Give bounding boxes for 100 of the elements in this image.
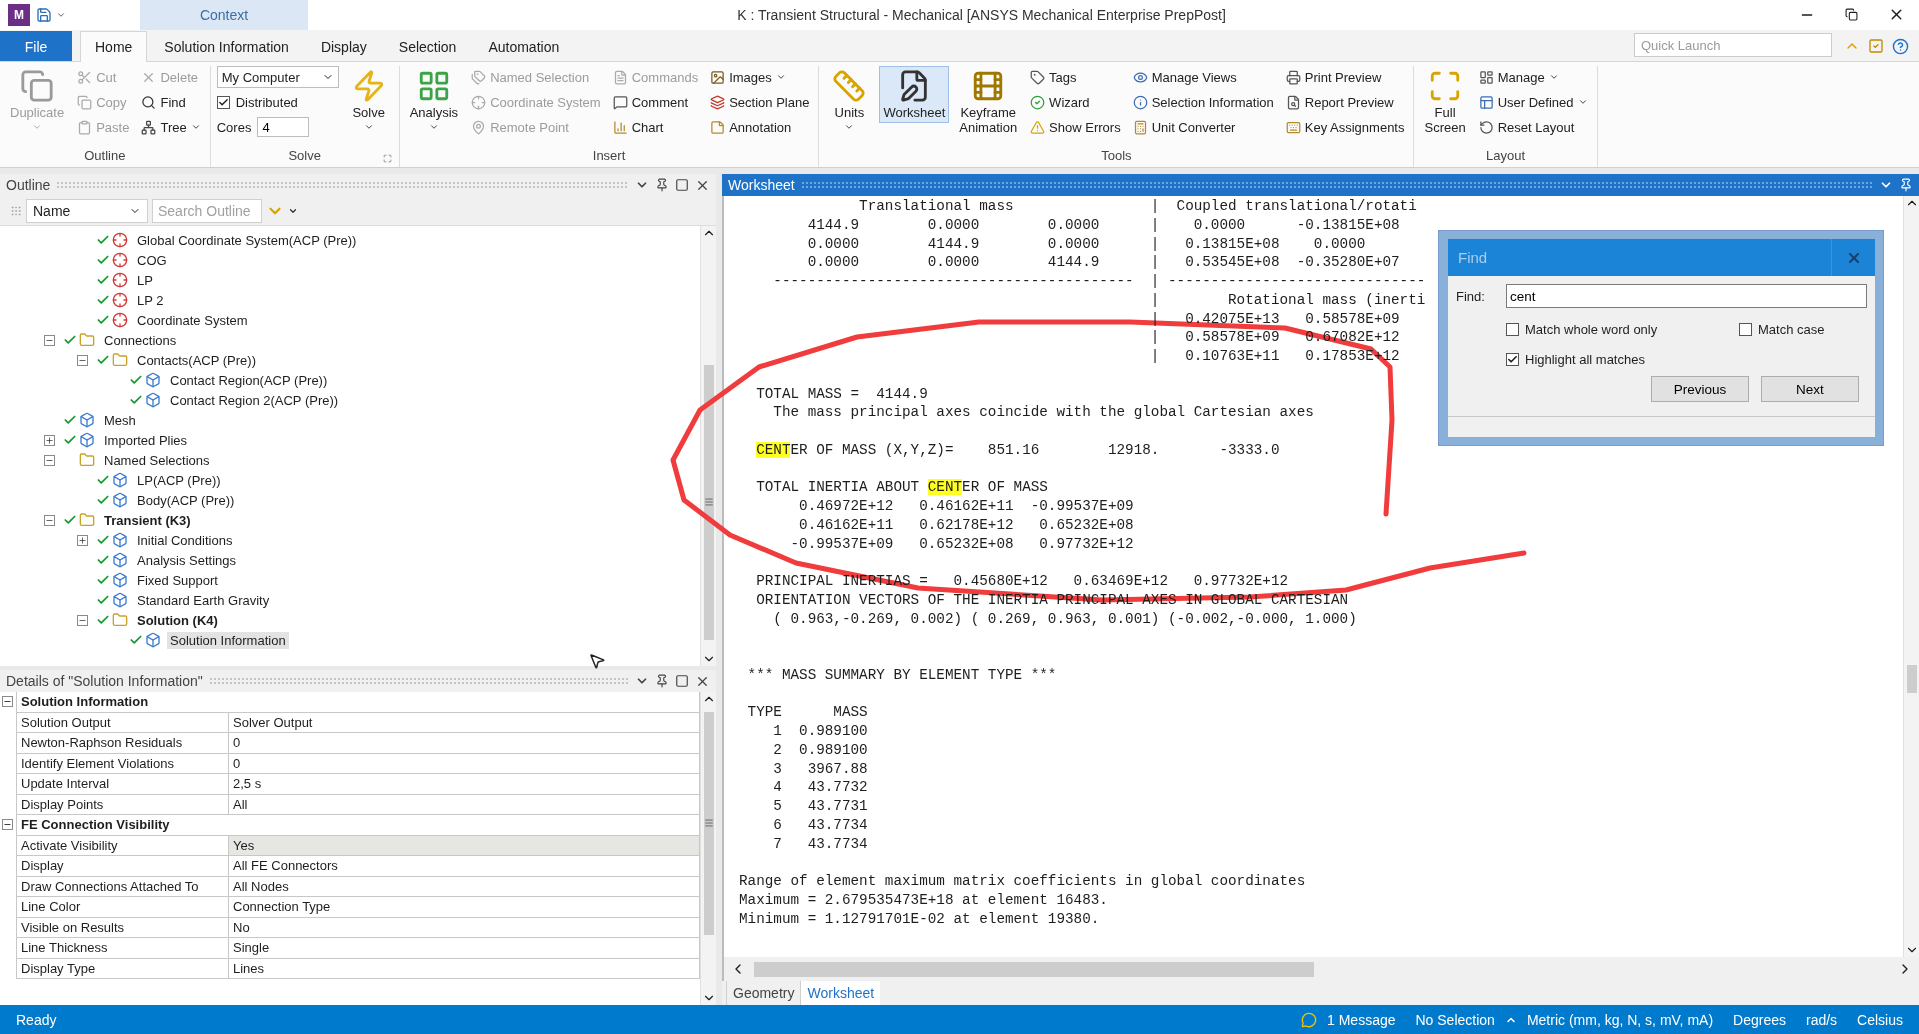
scrollbar[interactable] [700,692,716,1005]
scrollbar[interactable] [700,226,716,666]
expand-toggle[interactable] [77,354,88,366]
tree-item[interactable]: LP 2 [134,291,167,309]
property-value[interactable]: 0 [229,753,700,774]
maximize-icon[interactable] [675,178,689,192]
dropdown[interactable]: Name [26,198,148,223]
document-tab[interactable]: Worksheet [800,981,881,1005]
ribbon-button[interactable]: Selection Information [1129,91,1277,113]
expand-toggle[interactable] [77,614,88,626]
ribbon-button[interactable]: Annotation [707,116,813,138]
message-icon[interactable] [1301,1011,1317,1028]
expand-toggle[interactable] [44,514,55,526]
ribbon-button[interactable]: Wizard [1027,91,1124,113]
property-value[interactable]: No [229,917,700,938]
ribbon-button[interactable]: Units [825,66,874,135]
expand-toggle[interactable] [77,534,88,546]
checkbox[interactable] [1739,322,1752,336]
ribbon-button[interactable]: Chart [609,116,702,138]
unit-system[interactable]: Metric (mm, kg, N, s, mV, mA) [1516,1011,1724,1028]
property-value[interactable]: Single [229,938,700,959]
horizontal-scrollbar[interactable] [722,957,1919,981]
ribbon-button[interactable]: Tree [138,116,204,138]
tree-item[interactable]: Mesh [101,411,139,429]
feedback-icon[interactable] [1868,38,1884,54]
help-icon[interactable] [1892,37,1909,55]
ribbon-button[interactable]: Keyframe Animation [955,66,1022,138]
property-value[interactable]: All [229,794,700,815]
ribbon-button[interactable]: Find [138,91,204,113]
search-field[interactable]: Search Outline [152,198,262,223]
messages-count[interactable]: 1 Message [1317,1011,1406,1028]
tree-item[interactable]: Standard Earth Gravity [134,591,273,609]
tree-item[interactable]: Named Selections [101,451,213,469]
tree-item[interactable]: LP [134,271,156,289]
tree-item[interactable]: Body(ACP (Pre)) [134,491,238,509]
ribbon-button[interactable]: Key Assignments [1282,116,1408,138]
ribbon-button[interactable]: Comment [609,91,702,113]
property-value[interactable]: Yes [229,835,700,856]
ribbon-tab[interactable]: Solution Information [149,31,304,61]
tree-item[interactable]: Coordinate System [134,311,251,329]
dropdown[interactable]: My Computer [216,66,339,88]
ribbon-tab[interactable]: Automation [473,31,575,61]
find-field[interactable]: cent [1506,284,1867,308]
input-field[interactable]: 4 [257,117,310,137]
ribbon-button[interactable]: Reset Layout [1475,116,1591,138]
checkbox[interactable] [216,95,230,109]
ribbon-button[interactable]: Report Preview [1282,91,1408,113]
scroll-thumb[interactable] [703,364,714,640]
tree-item[interactable]: Initial Conditions [134,531,236,549]
restore-icon[interactable] [1845,8,1858,21]
ribbon-button[interactable]: User Defined [1475,91,1591,113]
property-value[interactable]: Lines [229,958,700,979]
ribbon-button[interactable]: Section Plane [707,91,813,113]
angle-unit[interactable]: Degrees [1723,1011,1796,1028]
scroll-thumb[interactable] [703,711,714,936]
property-value[interactable]: 0 [229,733,700,754]
quick-launch-field[interactable]: Quick Launch [1634,33,1832,57]
tree-item[interactable]: Analysis Settings [134,551,239,569]
tree-item[interactable]: Connections [101,331,180,349]
ribbon-button[interactable]: Images [707,66,813,88]
maximize-icon[interactable] [675,674,689,688]
ribbon-button[interactable]: Manage [1475,66,1591,88]
expand-toggle[interactable] [44,434,55,446]
temperature-unit[interactable]: Celsius [1847,1011,1913,1028]
expand-toggle[interactable] [44,454,55,466]
tree-item[interactable]: Fixed Support [134,571,221,589]
expand-toggle[interactable] [2,819,13,830]
checkbox[interactable] [1506,352,1519,366]
ribbon-button[interactable]: Manage Views [1129,66,1277,88]
ribbon-button[interactable]: Analysis [405,66,463,135]
ribbon-button[interactable]: Show Errors [1027,116,1124,138]
property-value[interactable]: Solver Output [229,712,700,733]
ribbon-button[interactable]: Worksheet [879,66,950,123]
scroll-thumb[interactable] [1906,665,1917,693]
scrollbar[interactable] [1903,196,1919,957]
pin-icon[interactable] [1899,178,1913,192]
ribbon-button[interactable]: Tags [1027,66,1124,88]
tree-item[interactable]: Solution (K4) [134,611,221,629]
ribbon-tab[interactable]: Display [305,31,382,61]
velocity-unit[interactable]: rad/s [1795,1011,1848,1028]
tree-item[interactable]: Contacts(ACP (Pre)) [134,351,259,369]
checkbox[interactable] [1506,322,1519,336]
property-value[interactable]: All FE Connectors [229,856,700,877]
pin-icon[interactable] [655,674,669,688]
expand-toggle[interactable] [2,696,13,707]
next-button[interactable]: Next [1761,376,1859,402]
ribbon-tab[interactable]: Selection [383,31,472,61]
expand-toggle[interactable] [44,334,55,346]
tree-item[interactable]: Global Coordinate System(ACP (Pre)) [134,231,360,249]
tree-item[interactable]: Transient (K3) [101,511,194,529]
ribbon-button[interactable]: Unit Converter [1129,116,1277,138]
ribbon-tab[interactable]: Home [80,31,148,62]
ribbon-button[interactable]: Print Preview [1282,66,1408,88]
tree-item[interactable]: LP(ACP (Pre)) [134,471,224,489]
tree-item[interactable]: Contact Region 2(ACP (Pre)) [167,391,342,409]
ribbon-button[interactable]: Solve [344,66,393,135]
tree-item[interactable]: COG [134,251,170,269]
tree-item[interactable]: Imported Plies [101,431,191,449]
property-value[interactable]: All Nodes [229,876,700,897]
save-icon[interactable] [36,7,52,23]
